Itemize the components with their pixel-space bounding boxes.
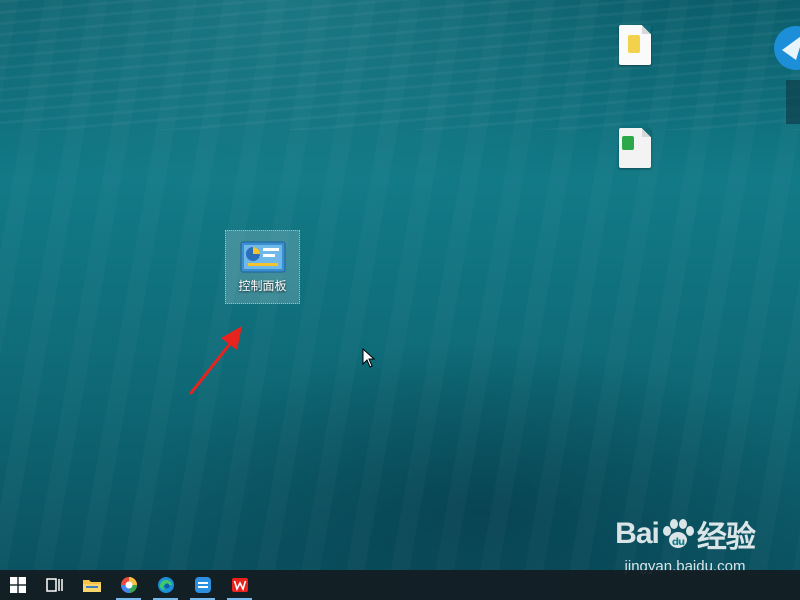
baidu-watermark: Bai du 经验 jingyan.baidu.com	[610, 512, 760, 575]
start-button[interactable]	[0, 570, 36, 600]
taskbar	[0, 570, 800, 600]
wallpaper-light-rays	[0, 0, 800, 570]
blue-app-icon	[194, 577, 211, 593]
folder-icon	[82, 580, 101, 592]
windows-logo-icon	[10, 577, 26, 593]
desktop-icon-file-1[interactable]	[600, 25, 670, 69]
wps-button[interactable]	[221, 570, 258, 600]
svg-text:du: du	[672, 537, 685, 548]
watermark-brand: Bai	[615, 517, 660, 550]
control-panel-desktop-icon[interactable]: 控制面板	[225, 230, 300, 304]
partial-app-icon	[774, 26, 800, 124]
browser-button[interactable]	[110, 570, 147, 600]
edge-icon	[157, 577, 174, 593]
spreadsheet-icon	[619, 128, 651, 168]
desktop-icon-partial[interactable]	[760, 20, 800, 130]
watermark-logo: Bai du 经验	[610, 512, 760, 556]
mouse-cursor-icon	[362, 348, 376, 368]
red-arrow-annotation	[189, 326, 242, 395]
task-view-button[interactable]	[36, 570, 73, 600]
wps-icon	[231, 578, 248, 592]
wallpaper-ripples	[0, 0, 800, 130]
watermark-suffix: 经验	[696, 521, 756, 554]
colorful-browser-icon	[120, 577, 137, 593]
desktop-icon-file-2[interactable]	[600, 128, 670, 172]
edge-button[interactable]	[147, 570, 184, 600]
app-button[interactable]	[184, 570, 221, 600]
paw-icon: du	[662, 519, 694, 548]
control-panel-label: 控制面板	[238, 279, 287, 293]
document-icon	[619, 25, 651, 65]
control-panel-icon	[240, 241, 285, 273]
file-explorer-button[interactable]	[73, 570, 110, 600]
task-view-icon	[45, 578, 63, 592]
